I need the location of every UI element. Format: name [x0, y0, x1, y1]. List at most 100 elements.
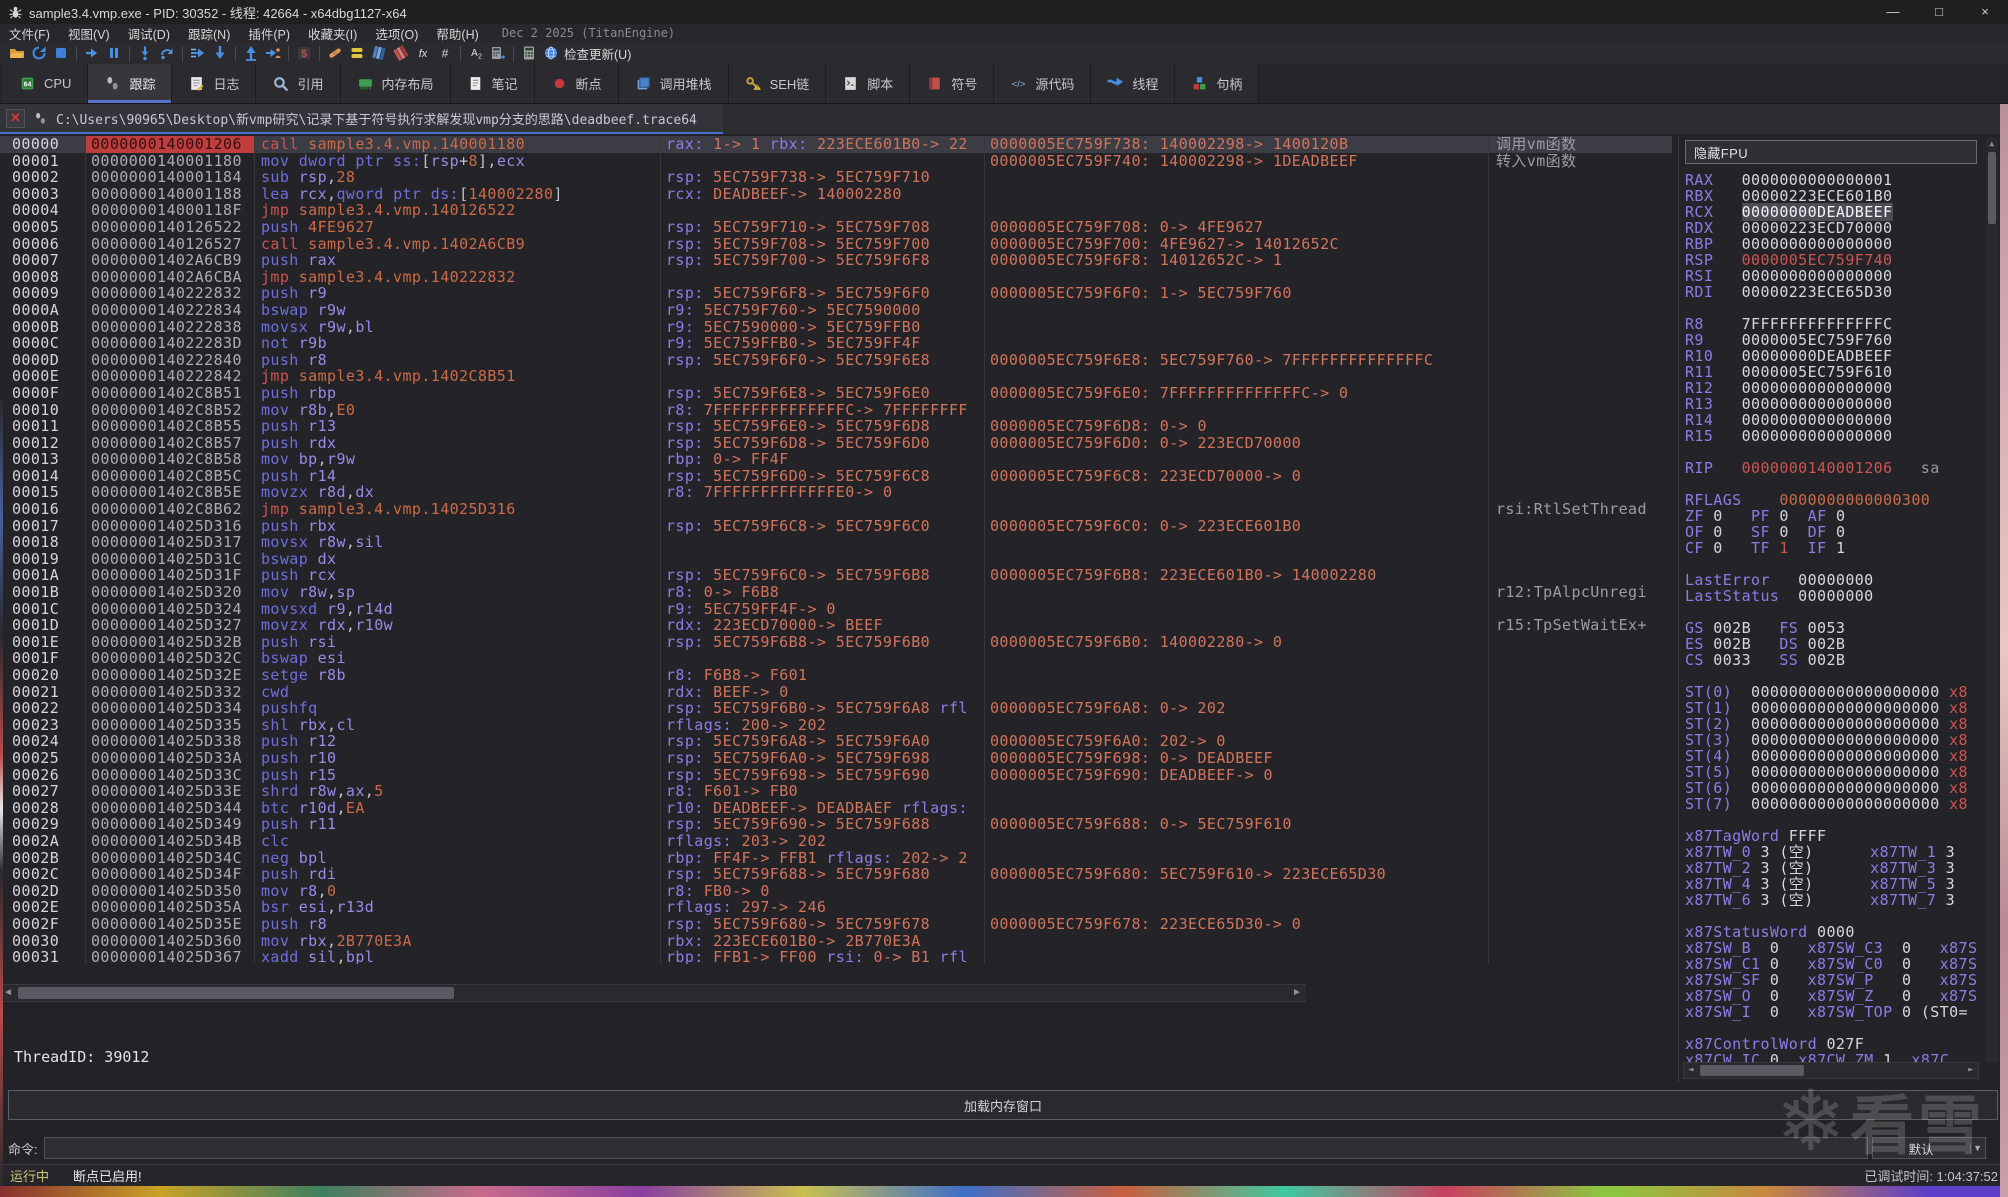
register-row[interactable]: ES 002B DS 002B — [1685, 636, 1981, 652]
trace-row[interactable]: 0001100000001402C8B55push r13rsp: 5EC759… — [0, 418, 1672, 435]
trace-row[interactable]: 00025000000014025D33Apush r10rsp: 5EC759… — [0, 750, 1672, 767]
fx-button[interactable]: fx — [412, 43, 434, 63]
trace-row[interactable]: 0000B0000000140222838movsx r9w,blr9: 5EC… — [0, 319, 1672, 336]
register-row[interactable]: ST(1) 00000000000000000000 x8 — [1685, 700, 1981, 716]
trace-row[interactable]: 0001F000000014025D32Cbswap esi — [0, 650, 1672, 667]
trace-row[interactable]: 00020000000014025D32Esetge r8br8: F6B8->… — [0, 667, 1672, 684]
run-button[interactable] — [81, 43, 103, 63]
register-row[interactable]: x87StatusWord 0000 — [1685, 924, 1981, 940]
tab-script[interactable]: 脚本 — [826, 64, 910, 103]
register-row[interactable]: CF 0 TF 1 IF 1 — [1685, 540, 1981, 556]
register-row[interactable]: R11 0000005EC759F610 — [1685, 364, 1981, 380]
trace-row[interactable]: 00017000000014025D316push rbxrsp: 5EC759… — [0, 518, 1672, 535]
trace-row[interactable]: 00021000000014025D332cwdrdx: BEEF-> 0 — [0, 684, 1672, 701]
register-row[interactable]: RBX 00000223ECE601B0 — [1685, 188, 1981, 204]
menu-item[interactable]: 文件(F) — [0, 24, 59, 43]
trace-row[interactable]: 00026000000014025D33Cpush r15rsp: 5EC759… — [0, 767, 1672, 784]
trace-row[interactable]: 000020000000140001184sub rsp,28rsp: 5EC7… — [0, 169, 1672, 186]
register-row[interactable]: x87ControlWord 027F — [1685, 1036, 1981, 1052]
tab-source[interactable]: </>源代码 — [994, 64, 1091, 103]
register-row[interactable]: R8 7FFFFFFFFFFFFFFC — [1685, 316, 1981, 332]
tab-log[interactable]: 日志 — [172, 64, 256, 103]
register-row[interactable]: x87TW_6 3 (空) x87TW_7 3 — [1685, 892, 1981, 908]
trace-row[interactable]: 0000800000001402A6CBAjmp sample3.4.vmp.1… — [0, 269, 1672, 286]
register-row[interactable] — [1685, 668, 1981, 684]
close-icon[interactable]: ✕ — [6, 109, 25, 128]
tab-memmap[interactable]: 内存布局 — [341, 64, 451, 103]
library-button[interactable] — [368, 43, 390, 63]
register-row[interactable]: ST(6) 00000000000000000000 x8 — [1685, 780, 1981, 796]
menu-item[interactable]: 视图(V) — [59, 24, 119, 43]
trace-row[interactable]: 00023000000014025D335shl rbx,clrflags: 2… — [0, 717, 1672, 734]
tab-threads[interactable]: 线程 — [1091, 64, 1175, 103]
trace-row[interactable]: 0001400000001402C8B5Cpush r14rsp: 5EC759… — [0, 468, 1672, 485]
register-row[interactable]: x87TW_0 3 (空) x87TW_1 3 — [1685, 844, 1981, 860]
register-row[interactable]: RCX 00000000DEADBEEF — [1685, 204, 1981, 220]
trace-row[interactable]: 0001A000000014025D31Fpush rcxrsp: 5EC759… — [0, 567, 1672, 584]
scroll-left-icon[interactable]: ◄ — [1684, 1063, 1698, 1078]
trace-row[interactable]: 0002B000000014025D34Cneg bplrbp: FF4F-> … — [0, 850, 1672, 867]
open-folder-button[interactable] — [6, 43, 28, 63]
tab-seh[interactable]: !SEH链 — [729, 64, 827, 103]
trace-row[interactable]: 0001500000001402C8B5Emovzx r8d,dxr8: 7FF… — [0, 484, 1672, 501]
trace-row[interactable]: 00030000000014025D360mov rbx,2B770E3Arbx… — [0, 933, 1672, 950]
registers-list[interactable]: RAX 0000000000000001RBX 00000223ECE601B0… — [1685, 172, 1981, 1062]
register-row[interactable]: ST(5) 00000000000000000000 x8 — [1685, 764, 1981, 780]
run-to-user-button[interactable] — [262, 43, 284, 63]
trace-row[interactable]: 00031000000014025D367xadd sil,bplrbp: FF… — [0, 949, 1672, 964]
register-row[interactable] — [1685, 604, 1981, 620]
scroll-thumb[interactable] — [18, 987, 454, 999]
register-row[interactable]: x87CW_IC 0 x87CW_ZM 1 x87C — [1685, 1052, 1981, 1062]
chevron-down-icon[interactable]: ▼ — [1970, 1143, 1985, 1153]
menu-item[interactable]: 插件(P) — [239, 24, 299, 43]
trace-row[interactable]: 0000F00000001402C8B51push rbprsp: 5EC759… — [0, 385, 1672, 402]
register-row[interactable]: RDX 00000223ECD70000 — [1685, 220, 1981, 236]
trace-row[interactable]: 0001B000000014025D320mov r8w,spr8: 0-> F… — [0, 584, 1672, 601]
dollar-button[interactable]: $ — [293, 43, 315, 63]
register-row[interactable]: x87SW_C1 0 x87SW_C0 0 x87S — [1685, 956, 1981, 972]
register-row[interactable]: R15 0000000000000000 — [1685, 428, 1981, 444]
command-profile-dropdown[interactable]: 默认 ▼ — [1872, 1137, 1986, 1159]
register-row[interactable]: R9 0000005EC759F760 — [1685, 332, 1981, 348]
register-row[interactable] — [1685, 476, 1981, 492]
menu-item[interactable]: 选项(O) — [366, 24, 427, 43]
register-row[interactable]: RDI 00000223ECE65D30 — [1685, 284, 1981, 300]
register-row[interactable]: R13 0000000000000000 — [1685, 396, 1981, 412]
register-row[interactable]: GS 002B FS 0053 — [1685, 620, 1981, 636]
trace-row[interactable]: 0000700000001402A6CB9push raxrsp: 5EC759… — [0, 252, 1672, 269]
register-row[interactable]: LastStatus 00000000 — [1685, 588, 1981, 604]
register-row[interactable]: ZF 0 PF 0 AF 0 — [1685, 508, 1981, 524]
trace-row[interactable]: 000010000000140001180mov dword ptr ss:[r… — [0, 153, 1672, 170]
trace-row[interactable]: 0002D000000014025D350mov r8,0r8: FB0-> 0 — [0, 883, 1672, 900]
patch-button[interactable] — [324, 43, 346, 63]
pause-button[interactable] — [103, 43, 125, 63]
register-row[interactable]: RAX 0000000000000001 — [1685, 172, 1981, 188]
menu-item[interactable]: 跟踪(N) — [179, 24, 239, 43]
register-row[interactable]: RBP 0000000000000000 — [1685, 236, 1981, 252]
register-row[interactable]: R14 0000000000000000 — [1685, 412, 1981, 428]
run-trace-button[interactable] — [187, 43, 209, 63]
trace-table[interactable]: 000000000000140001206call sample3.4.vmp.… — [0, 136, 1672, 964]
register-row[interactable]: RSI 0000000000000000 — [1685, 268, 1981, 284]
tab-trace[interactable]: 跟踪 — [88, 64, 172, 103]
trace-row[interactable]: 0000D0000000140222840push r8rsp: 5EC759F… — [0, 352, 1672, 369]
trace-row[interactable]: 00027000000014025D33Eshrd r8w,ax,5r8: F6… — [0, 783, 1672, 800]
minimize-button[interactable]: — — [1870, 0, 1916, 24]
register-row[interactable]: x87SW_I 0 x87SW_TOP 0 (ST0= — [1685, 1004, 1981, 1020]
register-row[interactable]: ST(3) 00000000000000000000 x8 — [1685, 732, 1981, 748]
register-row[interactable] — [1685, 812, 1981, 828]
hash-button[interactable]: # — [434, 43, 456, 63]
register-row[interactable]: RFLAGS 0000000000000300 — [1685, 492, 1981, 508]
calculator-button[interactable] — [518, 43, 540, 63]
font-button[interactable]: A2 — [465, 43, 487, 63]
register-row[interactable]: R12 0000000000000000 — [1685, 380, 1981, 396]
close-button[interactable]: × — [1962, 0, 2008, 24]
register-row[interactable]: x87TagWord FFFF — [1685, 828, 1981, 844]
trace-row[interactable]: 000050000000140126522push 4FE9627rsp: 5E… — [0, 219, 1672, 236]
register-row[interactable]: RIP 0000000140001206 sa — [1685, 460, 1981, 476]
patch-red-button[interactable] — [390, 43, 412, 63]
register-row[interactable]: ST(7) 00000000000000000000 x8 — [1685, 796, 1981, 812]
trace-row[interactable]: 0000A0000000140222834bswap r9wr9: 5EC759… — [0, 302, 1672, 319]
trace-row[interactable]: 0001E000000014025D32Bpush rsirsp: 5EC759… — [0, 634, 1672, 651]
restart-button[interactable] — [28, 43, 50, 63]
